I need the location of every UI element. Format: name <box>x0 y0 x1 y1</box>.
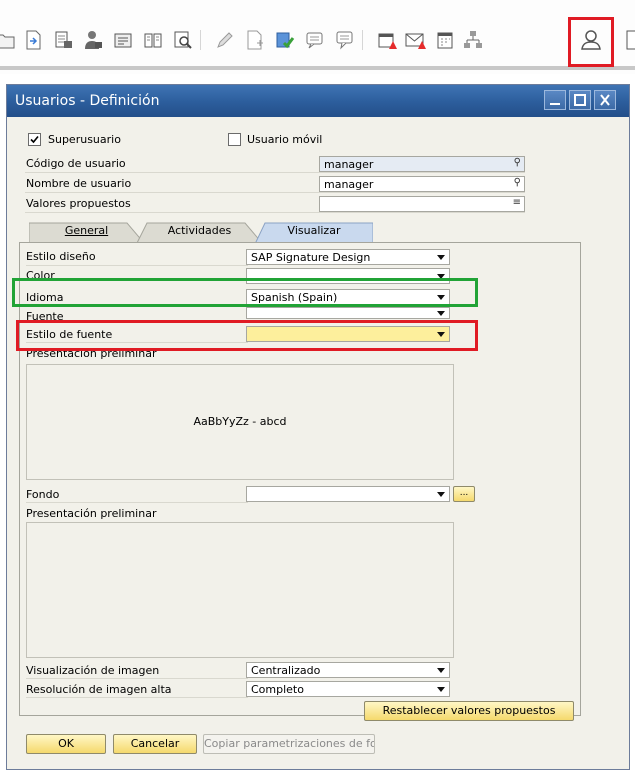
tab-activities[interactable]: Actividades <box>137 221 262 243</box>
row-divider <box>25 172 525 173</box>
alert-calendar-icon[interactable] <box>376 29 398 51</box>
mail-icon[interactable] <box>404 29 426 51</box>
calendar-icon[interactable] <box>434 29 456 51</box>
document-icon[interactable] <box>625 29 635 51</box>
image-display-dropdown[interactable]: Centralizado <box>246 662 450 678</box>
toolbar <box>0 0 635 74</box>
defaults-label: Valores propuestos <box>26 197 131 210</box>
message-icon[interactable] <box>304 29 326 51</box>
font-preview-box: AaBbYyZz - abcd <box>26 364 454 480</box>
hires-value: Completo <box>251 683 304 696</box>
chevron-down-icon <box>437 311 445 316</box>
row-divider <box>25 192 525 193</box>
user-name-field[interactable]: manager ⚲ <box>319 176 525 192</box>
background-preview-box <box>26 522 454 658</box>
superuser-checkbox[interactable] <box>28 133 41 146</box>
maximize-button[interactable] <box>569 90 591 110</box>
ok-button[interactable]: OK <box>26 734 106 754</box>
defaults-field[interactable]: ≡ <box>319 196 525 212</box>
design-style-dropdown[interactable]: SAP Signature Design <box>246 249 450 265</box>
book-icon[interactable] <box>142 29 164 51</box>
user-icon-highlight <box>568 17 614 67</box>
pencil-icon[interactable] <box>214 29 236 51</box>
copy-settings-button[interactable]: Copiar parametrizaciones de fo <box>203 734 375 754</box>
minimize-button[interactable] <box>544 90 566 110</box>
chevron-down-icon <box>437 255 445 260</box>
language-highlight <box>12 278 478 307</box>
toolbar-separator <box>200 30 201 50</box>
tab-activities-label: Actividades <box>167 224 232 237</box>
user-code-label: Código de usuario <box>26 157 126 170</box>
toolbar-separator <box>362 30 363 50</box>
window-title: Usuarios - Definición <box>15 93 160 109</box>
preview2-label: Presentación preliminar <box>26 507 157 520</box>
link-arrow-icon[interactable]: ⚲ <box>514 157 521 168</box>
user-lock-icon[interactable] <box>82 29 104 51</box>
restore-defaults-button[interactable]: Restablecer valores propuestos <box>364 701 574 721</box>
row-divider <box>26 502 248 503</box>
row-divider <box>26 697 248 698</box>
org-chart-icon[interactable] <box>462 29 484 51</box>
toolbar-divider <box>0 66 635 70</box>
tab-display[interactable]: Visualizar <box>255 221 373 244</box>
chevron-down-icon <box>437 687 445 692</box>
tab-general[interactable]: General <box>29 221 144 243</box>
row-divider <box>26 678 248 679</box>
hires-dropdown[interactable]: Completo <box>246 681 450 697</box>
font-dropdown[interactable] <box>246 307 450 319</box>
titlebar[interactable]: Usuarios - Definición <box>7 85 629 117</box>
mobile-user-label: Usuario móvil <box>247 133 323 146</box>
user-code-field[interactable]: manager ⚲ <box>319 156 525 172</box>
design-style-value: SAP Signature Design <box>251 251 371 264</box>
mobile-user-checkbox[interactable] <box>228 133 241 146</box>
close-button[interactable] <box>594 90 616 110</box>
open-folder-icon[interactable] <box>0 29 16 51</box>
row-divider <box>25 212 525 213</box>
image-display-label: Visualización de imagen <box>26 664 160 677</box>
scan-icon[interactable] <box>112 29 134 51</box>
display-tab-panel: Estilo diseño SAP Signature Design Color… <box>19 242 581 721</box>
background-label: Fondo <box>26 488 60 501</box>
design-style-label: Estilo diseño <box>26 250 96 263</box>
user-name-label: Nombre de usuario <box>26 177 132 190</box>
chevron-down-icon <box>437 492 445 497</box>
document-arrow-icon[interactable] <box>22 29 44 51</box>
user-code-value: manager <box>324 158 374 171</box>
font-style-highlight <box>16 320 478 351</box>
row-divider <box>26 265 248 266</box>
zoom-doc-icon[interactable] <box>172 29 194 51</box>
database-check-icon[interactable] <box>274 29 296 51</box>
image-display-value: Centralizado <box>251 664 321 677</box>
link-arrow-icon[interactable]: ⚲ <box>514 177 521 188</box>
print-preview-icon[interactable] <box>52 29 74 51</box>
preview-sample-text: AaBbYyZz - abcd <box>193 415 287 428</box>
background-dropdown[interactable] <box>246 486 450 502</box>
hires-label: Resolución de imagen alta <box>26 683 172 696</box>
superuser-label: Superusuario <box>48 133 121 146</box>
tab-display-label: Visualizar <box>287 224 341 237</box>
chat-icon[interactable] <box>334 29 356 51</box>
chevron-down-icon <box>437 668 445 673</box>
user-name-value: manager <box>324 178 374 191</box>
cancel-button[interactable]: Cancelar <box>113 734 197 754</box>
new-doc-icon[interactable] <box>244 29 266 51</box>
list-icon[interactable]: ≡ <box>513 197 521 208</box>
tab-general-label: General <box>64 224 109 237</box>
browse-button[interactable]: ... <box>453 486 475 502</box>
user-definition-window: Usuarios - Definición Superusuario Usuar… <box>6 84 630 770</box>
